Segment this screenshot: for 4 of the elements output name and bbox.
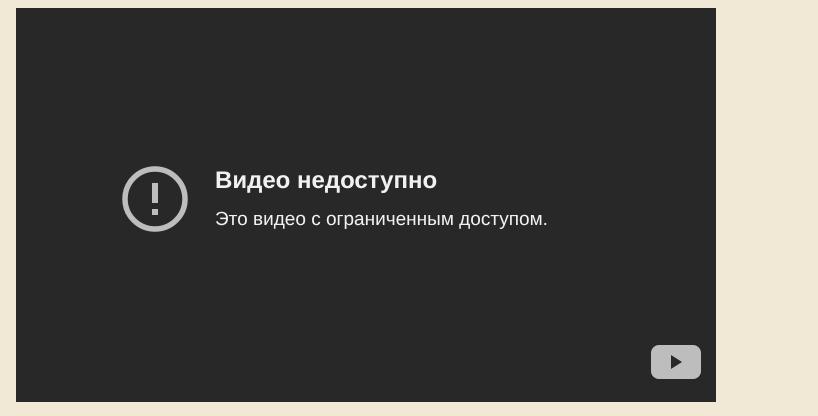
play-logo-icon[interactable]	[651, 345, 701, 379]
warning-icon	[122, 166, 188, 232]
error-title: Видео недоступно	[215, 167, 438, 195]
error-message: Это видео с ограниченным доступом.	[215, 209, 548, 231]
